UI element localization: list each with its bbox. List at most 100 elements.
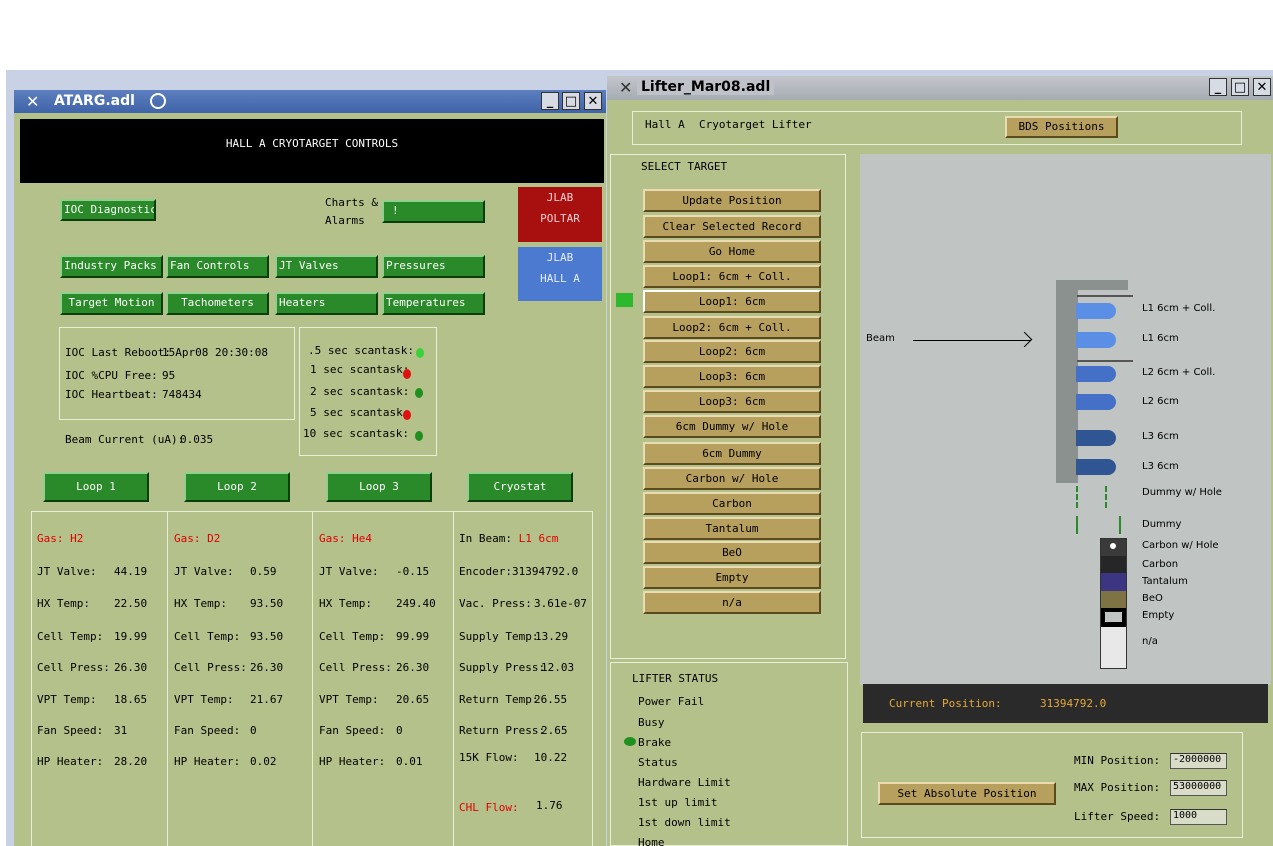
loop1-fan-speed-value: 31 [114,724,128,737]
loop1-button[interactable]: Loop 1 [43,472,149,502]
15k-flow-label: 15K Flow: [459,751,519,764]
ioc-heartbeat-value: 748434 [162,388,202,401]
vac-press-value: 3.61e-07 [534,597,587,610]
target-l2 [1076,394,1116,410]
cryostat-button[interactable]: Cryostat [467,472,573,502]
loop2-fan-speed-label: Fan Speed: [174,724,241,737]
status-hardware-limit: Hardware Limit [638,776,731,789]
loop3-6cm-button[interactable]: Loop3: 6cm [643,365,821,388]
atarg-titlebar[interactable]: ✕ ATARG.adl _ □ ✕ [14,90,606,113]
target-motion-button[interactable]: Target Motion [60,292,163,315]
loop2-button[interactable]: Loop 2 [184,472,290,502]
window-title: Lifter_Mar08.adl [637,79,775,95]
status-1st-down-limit: 1st down limit [638,816,731,829]
scantask-status-icon [403,410,411,420]
jlab-poltar-line1: JLAB [546,191,574,204]
panel-divider [167,511,168,846]
loop2-cell-temp-label: Cell Temp: [174,630,241,643]
temperatures-button[interactable]: Temperatures [382,292,485,315]
charts-alarms-button[interactable]: ! [382,200,485,223]
loop3-cell-temp-label: Cell Temp: [319,630,386,643]
loop1-6cm-button[interactable]: Loop1: 6cm [643,290,821,313]
update-position-button[interactable]: Update Position [643,189,821,212]
minimize-icon[interactable]: _ [1209,78,1227,96]
loop1-fan-speed-label: Fan Speed: [37,724,104,737]
header-hall: Hall A [645,118,685,131]
supply-temp-label: Supply Temp: [459,630,539,643]
loop2-hp-heater-label: HP Heater: [174,755,241,768]
ladder-top [1056,280,1128,290]
ladder-label: n/a [1142,636,1158,647]
go-home-button[interactable]: Go Home [643,240,821,263]
ladder-label: L2 6cm [1142,396,1179,407]
ladder-label: Empty [1142,610,1175,621]
loop2-cell-press-label: Cell Press: [174,661,247,674]
beam-arrow [913,340,1031,341]
target-empty-window [1105,612,1122,622]
target-l1 [1076,332,1116,348]
clear-selected-record-button[interactable]: Clear Selected Record [643,215,821,238]
loop2-6cm-button[interactable]: Loop2: 6cm [643,340,821,363]
set-absolute-position-button[interactable]: Set Absolute Position [878,782,1056,805]
max-position-input[interactable]: 53000000 [1170,780,1227,796]
in-beam: In Beam: L1 6cm [459,532,558,545]
lifter-titlebar[interactable]: ✕ Lifter_Mar08.adl _ □ ✕ [607,76,1273,100]
loop3-cell-press-value: 26.30 [396,661,430,674]
jt-valves-button[interactable]: JT Valves [275,255,378,278]
ioc-last-reboot-label: IOC Last Reboot: [65,346,171,359]
gas-label: Gas: [37,532,64,545]
encoder-label: Encoder: [459,565,512,578]
loop3-6cm-button[interactable]: Loop3: 6cm [643,390,821,413]
scantask-label: 1 sec scantask: [310,363,410,376]
maximize-icon[interactable]: □ [562,92,580,110]
loop3-button[interactable]: Loop 3 [326,472,432,502]
target-beo [1101,591,1126,608]
na-button[interactable]: n/a [643,591,821,614]
target-l3 [1076,430,1116,446]
scantask-status-icon [403,369,411,379]
empty-button[interactable]: Empty [643,566,821,589]
industry-packs-button[interactable]: Industry Packs [60,255,163,278]
carbon-button[interactable]: Carbon [643,492,821,515]
loop3-cell-press-label: Cell Press: [319,661,392,674]
ioc-diagnostics-button[interactable]: IOC Diagnostics [60,199,156,221]
loop3-hx-temp-value: 249.40 [396,597,436,610]
scantask-status-icon [415,431,423,441]
carbon-hole-button[interactable]: Carbon w/ Hole [643,467,821,490]
maximize-icon[interactable]: □ [1231,78,1249,96]
target-carbon [1101,556,1126,573]
fan-controls-button[interactable]: Fan Controls [166,255,269,278]
heaters-button[interactable]: Heaters [275,292,378,315]
pressures-button[interactable]: Pressures [382,255,485,278]
dummy-6cm-button[interactable]: 6cm Dummy [643,442,821,465]
min-position-input[interactable]: -2000000 [1170,753,1227,769]
ioc-last-reboot-value: 15Apr08 20:30:08 [162,346,268,359]
loop1-6cm-coll-button[interactable]: Loop1: 6cm + Coll. [643,265,821,288]
loop2-cell-temp-value: 93.50 [250,630,284,643]
jlab-halla-button[interactable]: JLAB HALL A [518,247,602,301]
dummy-marker [1076,516,1078,534]
tachometers-button[interactable]: Tachometers [166,292,269,315]
loop2-6cm-coll-button[interactable]: Loop2: 6cm + Coll. [643,316,821,339]
min-position-label: MIN Position: [1074,754,1161,767]
dummy-6cm-hole-button[interactable]: 6cm Dummy w/ Hole [643,415,821,438]
supply-temp-value: 13.29 [535,630,569,643]
ladder-label: BeO [1142,593,1163,604]
bds-positions-button[interactable]: BDS Positions [1005,116,1118,138]
scantask-label: .5 sec scantask: [308,344,414,357]
beo-button[interactable]: BeO [643,541,821,564]
lifter-speed-input[interactable]: 1000 [1170,809,1227,825]
minimize-icon[interactable]: _ [541,92,559,110]
scantask-status-icon [415,388,423,398]
loop3-jt-valve-value: -0.15 [396,565,430,578]
loop1-cell-temp-label: Cell Temp: [37,630,104,643]
close-icon[interactable]: ✕ [1253,78,1271,96]
loop2-jt-valve-label: JT Valve: [174,565,234,578]
dummy-marker [1105,486,1109,508]
close-icon[interactable]: ✕ [584,92,602,110]
lifter-window: ✕ Lifter_Mar08.adl _ □ ✕ Hall A Cryotarg… [607,76,1273,846]
tantalum-button[interactable]: Tantalum [643,517,821,540]
panel-divider [312,511,313,846]
jlab-poltar-button[interactable]: JLAB POLTAR [518,187,602,242]
ladder-bar [1056,280,1078,483]
